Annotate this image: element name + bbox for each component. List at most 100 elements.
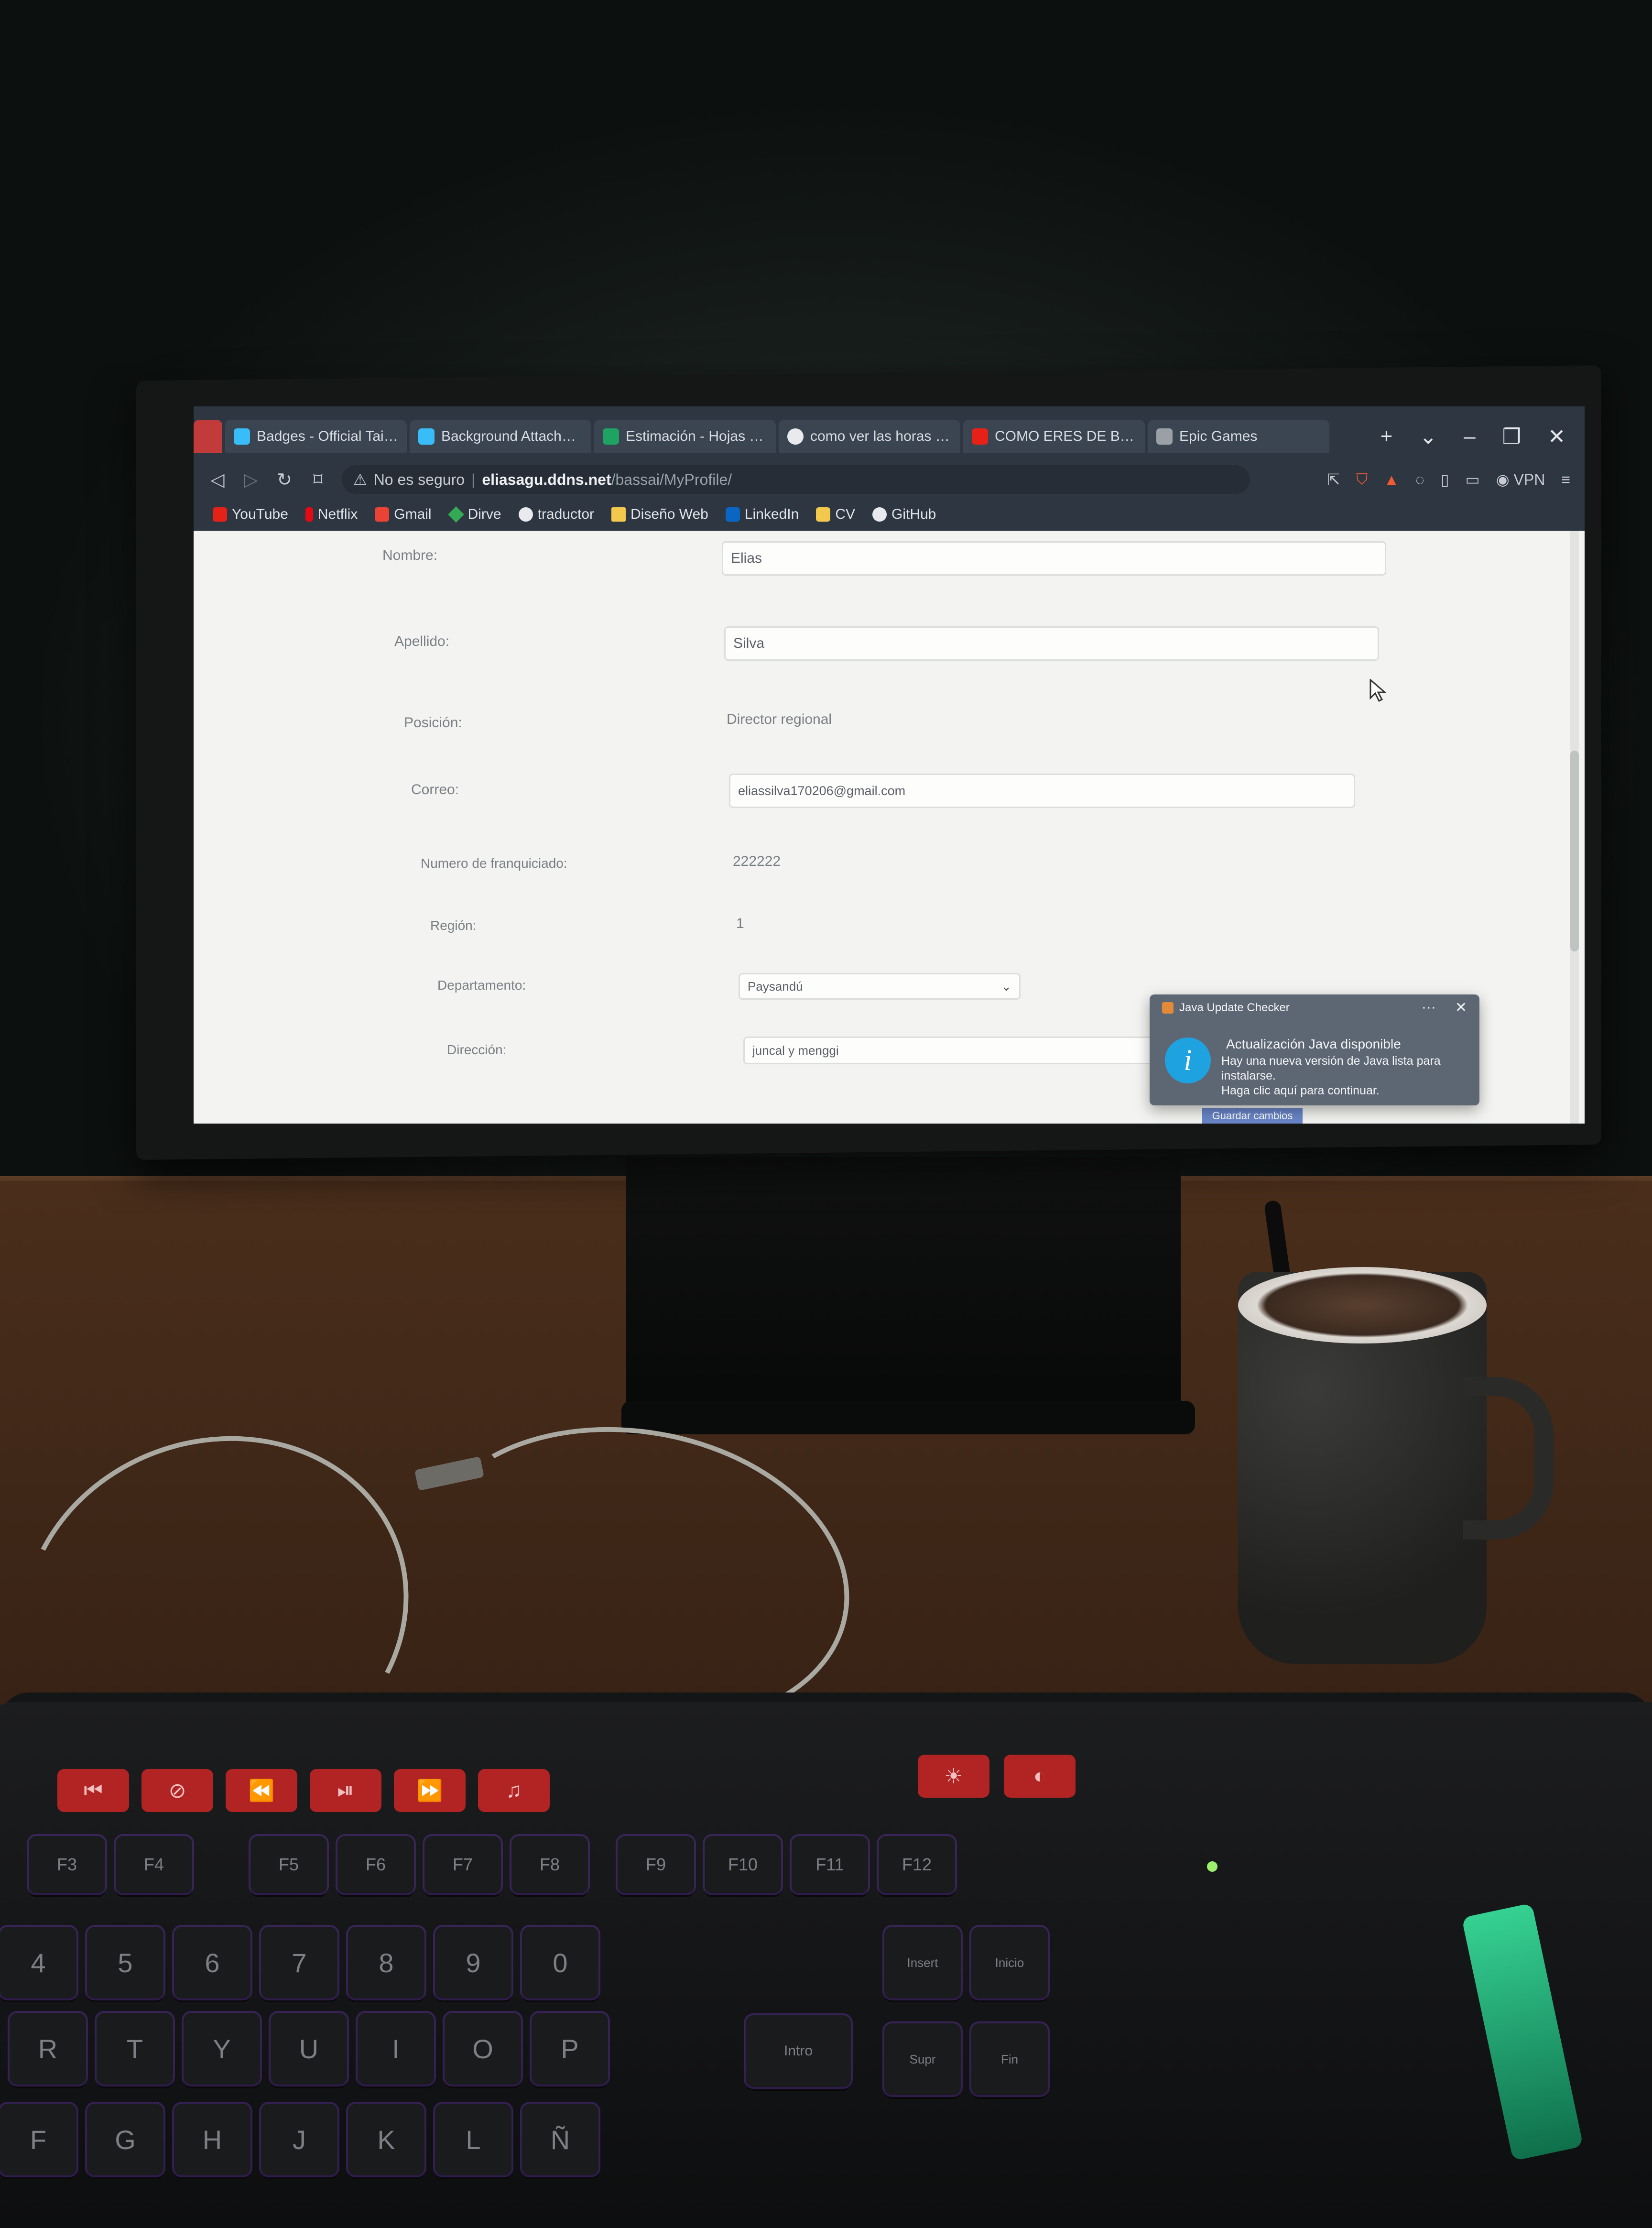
key-4[interactable]: 4 bbox=[0, 1927, 76, 1999]
tab-background-attachment[interactable]: Background Attachment - bbox=[410, 420, 591, 453]
key-0[interactable]: 0 bbox=[522, 1927, 598, 1999]
java-update-notification[interactable]: Java Update Checker ··· ✕ i Actualizació… bbox=[1150, 994, 1479, 1105]
key-i[interactable]: I bbox=[358, 2013, 434, 2085]
bookmark-netflix[interactable]: Netflix bbox=[305, 506, 358, 523]
reload-icon[interactable]: ↻ bbox=[275, 469, 294, 491]
key-j[interactable]: J bbox=[261, 2104, 337, 2175]
bookmark-youtube[interactable]: YouTube bbox=[213, 506, 288, 523]
media-key[interactable]: ⏯ bbox=[310, 1769, 381, 1812]
media-key[interactable]: ⏩ bbox=[394, 1769, 466, 1812]
key-f5[interactable]: F5 bbox=[250, 1836, 327, 1893]
tab-pinned[interactable] bbox=[194, 420, 222, 453]
bookmark-diseno-web[interactable]: Diseño Web bbox=[611, 506, 708, 523]
light-key[interactable]: ☀ bbox=[918, 1755, 989, 1798]
vpn-button[interactable]: ◉ VPN bbox=[1496, 470, 1545, 489]
share-icon[interactable]: ⇱ bbox=[1327, 470, 1340, 489]
key-p[interactable]: P bbox=[532, 2013, 608, 2085]
key-6[interactable]: 6 bbox=[174, 1927, 250, 1999]
key-y[interactable]: Y bbox=[184, 2013, 260, 2085]
media-key[interactable]: ♫ bbox=[478, 1769, 550, 1812]
media-key[interactable]: ⏮ bbox=[57, 1769, 129, 1812]
key-t[interactable]: T bbox=[97, 2013, 173, 2085]
bookmark-drive[interactable]: Dirve bbox=[447, 506, 501, 523]
key-7[interactable]: 7 bbox=[261, 1927, 337, 1999]
key-9[interactable]: 9 bbox=[435, 1927, 511, 1999]
address-bar[interactable]: ⚠ No es seguro | eliasagu.ddns.net /bass… bbox=[342, 465, 1250, 494]
letter-row-r: R T Y U I O P bbox=[10, 2013, 608, 2085]
key-g[interactable]: G bbox=[87, 2104, 163, 2175]
address-row: ◁ ▷ ↻ ⌑ ⚠ No es seguro | eliasagu.ddns.n… bbox=[194, 463, 1585, 496]
tab-google-search[interactable]: como ver las horas en epi bbox=[779, 420, 960, 453]
key-f[interactable]: F bbox=[0, 2104, 76, 2175]
chevron-down-icon: ⌄ bbox=[1001, 979, 1011, 994]
bookmark-traductor[interactable]: traductor bbox=[518, 506, 594, 523]
key-h[interactable]: H bbox=[174, 2104, 250, 2175]
departamento-select[interactable]: Paysandú ⌄ bbox=[739, 973, 1021, 1000]
brave-rewards-icon[interactable]: ▲ bbox=[1384, 471, 1399, 489]
light-key[interactable]: ◐ bbox=[1004, 1755, 1076, 1798]
youtube-icon bbox=[213, 507, 227, 522]
tab-youtube-video[interactable]: COMO ERES DE BUENO S bbox=[963, 420, 1145, 453]
tab-epic-games[interactable]: Epic Games bbox=[1148, 420, 1329, 453]
tab-search-button[interactable]: ⌄ bbox=[1419, 425, 1437, 449]
key-delete[interactable]: Supr bbox=[884, 2023, 961, 2095]
wallet-icon[interactable]: ▭ bbox=[1465, 470, 1479, 489]
bookmark-linkedin[interactable]: LinkedIn bbox=[725, 506, 799, 523]
key-r[interactable]: R bbox=[10, 2013, 86, 2085]
tab-estimacion[interactable]: Estimación - Hojas de cálc bbox=[594, 420, 776, 453]
key-o[interactable]: O bbox=[445, 2013, 521, 2085]
key-f9[interactable]: F9 bbox=[618, 1836, 694, 1893]
bookmark-cv[interactable]: CV bbox=[816, 506, 855, 523]
bookmark-label: LinkedIn bbox=[744, 506, 799, 522]
media-key[interactable]: ⊘ bbox=[141, 1769, 213, 1812]
key-enye[interactable]: Ñ bbox=[522, 2104, 598, 2175]
scrollbar-thumb[interactable] bbox=[1570, 751, 1579, 951]
bookmark-gmail[interactable]: Gmail bbox=[375, 506, 432, 523]
key-enter[interactable]: Intro bbox=[746, 2015, 851, 2087]
save-button[interactable]: Guardar cambios bbox=[1202, 1108, 1303, 1124]
key-f10[interactable]: F10 bbox=[705, 1836, 781, 1893]
key-l[interactable]: L bbox=[435, 2104, 511, 2175]
sidebar-icon[interactable]: ▯ bbox=[1441, 470, 1449, 489]
close-icon[interactable]: ✕ bbox=[1455, 999, 1467, 1016]
key-u[interactable]: U bbox=[271, 2013, 347, 2085]
direccion-input[interactable]: juncal y menggi bbox=[743, 1037, 1154, 1064]
key-f3[interactable]: F3 bbox=[29, 1836, 105, 1893]
key-f12[interactable]: F12 bbox=[879, 1836, 955, 1893]
menu-icon[interactable]: ≡ bbox=[1561, 471, 1570, 489]
key-k[interactable]: K bbox=[348, 2104, 424, 2175]
apellido-input[interactable]: Silva bbox=[724, 626, 1379, 661]
more-options-icon[interactable]: ··· bbox=[1422, 999, 1436, 1016]
media-key[interactable]: ⏪ bbox=[226, 1769, 297, 1812]
correo-input[interactable]: eliassilva170206@gmail.com bbox=[729, 774, 1355, 808]
google-icon bbox=[518, 507, 533, 522]
key-f4[interactable]: F4 bbox=[116, 1836, 192, 1893]
nombre-input[interactable]: Elias bbox=[722, 541, 1386, 576]
back-icon[interactable]: ◁ bbox=[208, 469, 227, 491]
key-f6[interactable]: F6 bbox=[337, 1836, 414, 1893]
key-5[interactable]: 5 bbox=[87, 1927, 163, 1999]
brave-shield-icon[interactable]: ⛉ bbox=[1356, 470, 1368, 489]
minimize-button[interactable]: – bbox=[1464, 425, 1475, 449]
bookmark-label: Gmail bbox=[394, 506, 432, 522]
github-icon bbox=[872, 507, 887, 522]
bookmark-icon[interactable]: ⌑ bbox=[308, 469, 327, 491]
close-window-button[interactable]: ✕ bbox=[1548, 425, 1565, 449]
tab-badges[interactable]: Badges - Official Tailwind bbox=[225, 420, 407, 453]
tab-label: Badges - Official Tailwind bbox=[257, 428, 398, 444]
chat-icon[interactable]: ◌ bbox=[1415, 471, 1424, 489]
maximize-button[interactable]: ❐ bbox=[1502, 425, 1521, 449]
key-8[interactable]: 8 bbox=[348, 1927, 424, 1999]
key-end[interactable]: Fin bbox=[971, 2023, 1048, 2095]
tailwind-icon bbox=[418, 428, 435, 445]
bookmark-github[interactable]: GitHub bbox=[872, 506, 936, 523]
key-f8[interactable]: F8 bbox=[511, 1836, 588, 1893]
key-home[interactable]: Inicio bbox=[971, 1927, 1048, 1999]
key-insert[interactable]: Insert bbox=[884, 1927, 961, 1999]
monitor-stand bbox=[626, 1157, 1181, 1425]
monitor-screen: Badges - Official Tailwind Background At… bbox=[194, 406, 1585, 1124]
key-f11[interactable]: F11 bbox=[792, 1836, 868, 1893]
forward-icon[interactable]: ▷ bbox=[241, 469, 261, 491]
new-tab-button[interactable]: + bbox=[1380, 425, 1393, 449]
key-f7[interactable]: F7 bbox=[424, 1836, 501, 1893]
